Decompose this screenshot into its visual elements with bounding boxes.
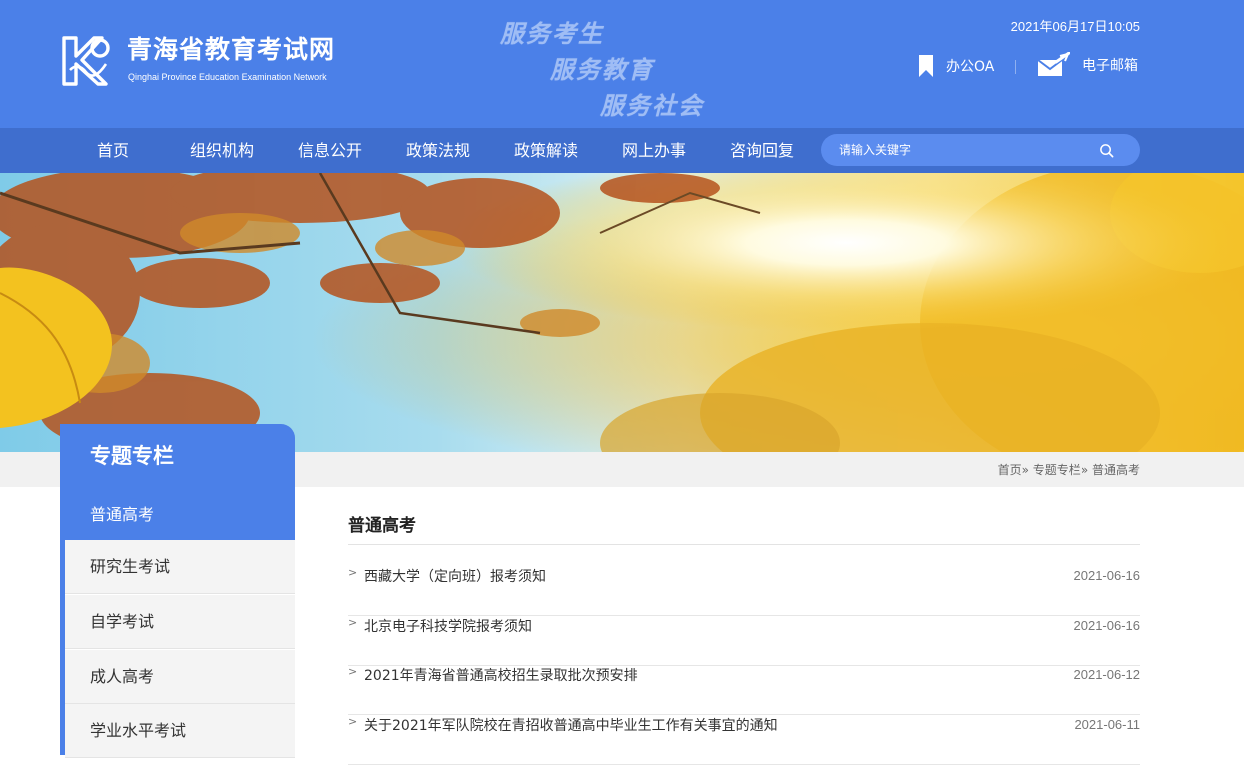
nav-item-information[interactable]: 信息公开 xyxy=(298,128,362,173)
sidebar-item-postgraduate[interactable]: 研究生考试 xyxy=(65,540,295,594)
sidebar-item-self-study[interactable]: 自学考试 xyxy=(65,595,295,649)
site-subtitle: Qinghai Province Education Examination N… xyxy=(128,72,327,82)
news-date: 2021-06-16 xyxy=(1073,568,1141,583)
chevron-right-icon: > xyxy=(348,665,358,678)
autumn-banner-image xyxy=(0,173,1244,452)
news-title[interactable]: 2021年青海省普通高校招生录取批次预安排 xyxy=(364,665,638,685)
news-title[interactable]: 北京电子科技学院报考须知 xyxy=(364,616,532,636)
sidebar-item-adult-exam[interactable]: 成人高考 xyxy=(65,650,295,704)
news-date: 2021-06-11 xyxy=(1074,717,1140,732)
bookmark-icon xyxy=(919,55,933,77)
title-divider xyxy=(348,544,1140,545)
search-box xyxy=(821,134,1140,166)
slogan-serve-society: 服务社会 xyxy=(600,91,704,120)
site-header: 青海省教育考试网 Qinghai Province Education Exam… xyxy=(0,0,1244,128)
slogan-serve-education: 服务教育 xyxy=(550,55,654,84)
news-item[interactable]: > 2021年青海省普通高校招生录取批次预安排 2021-06-12 xyxy=(348,665,1140,715)
header-divider xyxy=(1015,60,1016,74)
mail-icon xyxy=(1037,52,1070,76)
site-title[interactable]: 青海省教育考试网 xyxy=(127,30,335,66)
chevron-right-icon: > xyxy=(348,566,358,579)
topic-sidebar: 专题专栏 普通高考 研究生考试 自学考试 成人高考 学业水平考试 xyxy=(60,424,295,758)
sidebar-heading: 专题专栏 xyxy=(60,424,295,488)
news-date: 2021-06-12 xyxy=(1073,667,1141,682)
breadcrumb-current: 普通高考 xyxy=(1091,463,1140,477)
search-input[interactable] xyxy=(839,134,1099,166)
nav-item-consultation[interactable]: 咨询回复 xyxy=(730,128,794,173)
news-item[interactable]: > 西藏大学（定向班）报考须知 2021-06-16 xyxy=(348,566,1140,616)
current-datetime: 2021年06月17日10:05 xyxy=(1010,19,1140,34)
chevron-right-icon: > xyxy=(348,616,358,629)
nav-item-organization[interactable]: 组织机构 xyxy=(190,128,254,173)
news-item[interactable]: > 北京电子科技学院报考须知 2021-06-16 xyxy=(348,616,1140,666)
breadcrumb-home[interactable]: 首页 xyxy=(998,463,1022,477)
email-link[interactable]: 电子邮箱 xyxy=(1036,52,1138,78)
nav-item-policies[interactable]: 政策法规 xyxy=(406,128,470,173)
nav-item-online-services[interactable]: 网上办事 xyxy=(622,128,686,173)
email-label: 电子邮箱 xyxy=(1082,58,1138,74)
autumn-leaves-graphic xyxy=(0,173,1244,452)
news-title[interactable]: 西藏大学（定向班）报考须知 xyxy=(364,566,546,586)
office-oa-label: 办公OA xyxy=(946,59,995,75)
chevron-right-icon: > xyxy=(348,715,358,728)
news-date: 2021-06-16 xyxy=(1073,618,1141,633)
news-title[interactable]: 关于2021年军队院校在青招收普通高中毕业生工作有关事宜的通知 xyxy=(364,715,778,735)
breadcrumb-separator: » xyxy=(1021,463,1029,477)
sidebar-item-gaokao[interactable]: 普通高考 xyxy=(60,488,295,542)
slogan-serve-candidates: 服务考生 xyxy=(500,19,604,48)
sidebar-accent-bar xyxy=(60,540,65,755)
breadcrumb-separator: » xyxy=(1080,463,1089,477)
breadcrumb: 首页» 专题专栏» 普通高考 xyxy=(998,461,1140,478)
search-icon[interactable] xyxy=(1099,143,1114,158)
page-title: 普通高考 xyxy=(348,516,416,536)
nav-item-home[interactable]: 首页 xyxy=(97,128,129,173)
breadcrumb-section[interactable]: 专题专栏 xyxy=(1033,463,1081,477)
nav-item-policy-interpretation[interactable]: 政策解读 xyxy=(514,128,578,173)
news-item[interactable]: > 关于2021年军队院校在青招收普通高中毕业生工作有关事宜的通知 2021-0… xyxy=(348,715,1140,765)
office-oa-link[interactable]: 办公OA xyxy=(918,54,994,78)
sidebar-item-proficiency[interactable]: 学业水平考试 xyxy=(65,704,295,758)
site-logo-icon[interactable] xyxy=(60,34,114,88)
